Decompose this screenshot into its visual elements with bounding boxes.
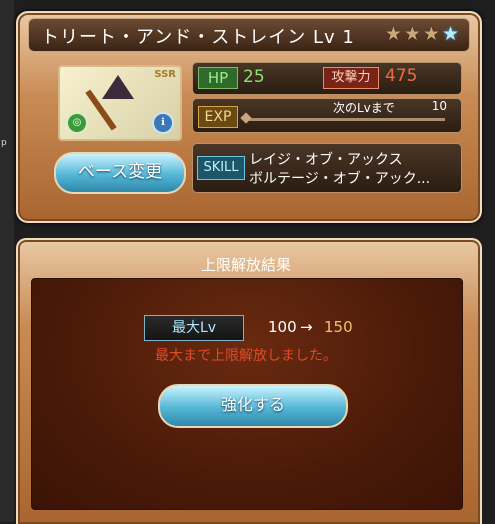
hp-value: 25	[243, 67, 265, 87]
star-icon: ★	[422, 23, 440, 45]
new-max-level: 150	[324, 318, 353, 336]
exp-next-label: 次のLvまで	[333, 101, 395, 115]
old-max-level: 100	[268, 318, 297, 336]
star-rating: ★ ★ ★ ★	[385, 24, 459, 44]
exp-progress-bar	[249, 118, 445, 121]
base-change-button[interactable]: ベース変更	[54, 152, 186, 194]
character-name-level: トリート・アンド・ストレイン Lv 1	[41, 27, 355, 48]
exp-panel: EXP 次のLvまで 10	[192, 98, 462, 133]
type-icon: ℹ	[152, 112, 174, 134]
exp-marker-icon	[240, 112, 252, 124]
attack-label: 攻撃力	[323, 67, 379, 89]
hp-atk-panel: HP 25 攻撃力 475	[192, 62, 462, 95]
skill-2: ボルテージ・オブ・アック...	[249, 171, 431, 187]
attack-value: 475	[385, 66, 418, 86]
exp-label: EXP	[198, 106, 238, 128]
exp-next-value: 10	[431, 99, 447, 113]
hp-label: HP	[198, 67, 238, 89]
hat-art	[102, 75, 134, 99]
star-icon: ★	[441, 23, 459, 45]
result-title: 上限解放結果	[200, 256, 291, 274]
limit-break-message: 最大まで上限解放しました。	[155, 348, 337, 364]
sidebar-fragment: p	[1, 138, 7, 148]
arrow-icon: →	[300, 318, 313, 336]
left-sidebar-strip: p	[0, 0, 14, 522]
character-portrait[interactable]: SSR ◎ ℹ	[58, 65, 182, 141]
skill-1: レイジ・オブ・アックス	[249, 152, 403, 168]
ssr-badge: SSR	[154, 69, 176, 80]
enhance-button[interactable]: 強化する	[158, 384, 348, 428]
max-lv-label: 最大Lv	[144, 315, 244, 341]
skill-panel: SKILL レイジ・オブ・アックス ボルテージ・オブ・アック...	[192, 143, 462, 193]
skill-label: SKILL	[197, 156, 245, 180]
star-icon: ★	[384, 23, 402, 45]
character-title-bar: トリート・アンド・ストレイン Lv 1 ★ ★ ★ ★	[28, 18, 470, 52]
wind-element-icon: ◎	[66, 112, 88, 134]
star-icon: ★	[403, 23, 421, 45]
